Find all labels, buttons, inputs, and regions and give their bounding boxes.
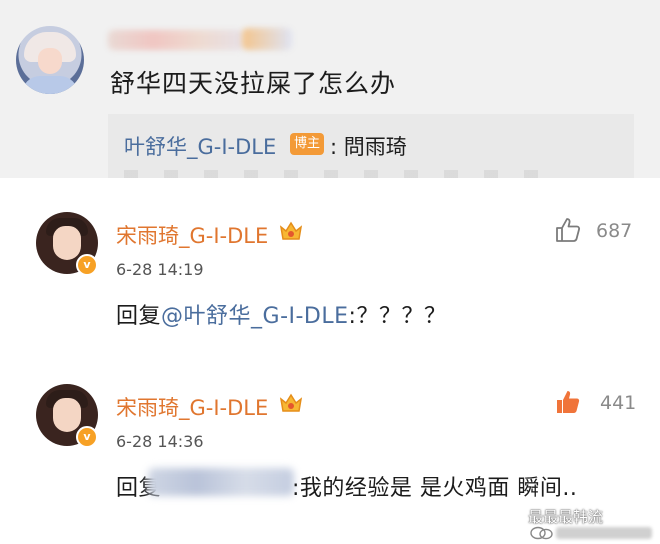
- watermark-subtext-blurred: [556, 527, 652, 539]
- quote-text: : 問雨琦: [330, 135, 407, 159]
- verified-badge-icon: v: [76, 254, 98, 276]
- wechat-icon: [530, 526, 553, 540]
- quote-author-link[interactable]: 叶舒华_G-I-DLE: [124, 131, 276, 161]
- thumb-up-icon[interactable]: [554, 388, 582, 416]
- post-text: 舒华四天没拉屎了怎么办: [110, 69, 397, 98]
- verified-badge-icon: v: [76, 426, 98, 448]
- commenter-username[interactable]: 宋雨琦_G-I-DLE: [116, 392, 268, 422]
- reply-text: :？？？？: [348, 304, 447, 329]
- reply-prefix: 回复: [116, 304, 162, 329]
- poster-name-blurred: [108, 30, 244, 50]
- reply-text: :我的经验是 是火鸡面 瞬间..: [292, 476, 578, 501]
- like-count: 687: [596, 220, 633, 242]
- mention-blurred: [148, 468, 294, 496]
- quote-truncated-line: [124, 170, 544, 178]
- crown-badge-icon: [279, 393, 303, 412]
- poster-badge-blurred: [242, 28, 292, 50]
- mention-link[interactable]: @叶舒华_G-I-DLE: [161, 304, 349, 329]
- crown-badge-icon: [279, 221, 303, 240]
- thumb-up-icon[interactable]: [554, 216, 582, 244]
- commenter-username[interactable]: 宋雨琦_G-I-DLE: [116, 220, 268, 250]
- comment-timestamp: 6-28 14:19: [116, 260, 204, 279]
- like-count: 441: [600, 392, 637, 414]
- comment-timestamp: 6-28 14:36: [116, 432, 204, 451]
- poster-avatar[interactable]: [16, 26, 84, 94]
- watermark-text: 最最最韩流: [528, 508, 604, 526]
- comment-text: 回复@叶舒华_G-I-DLE:？？？？: [116, 298, 446, 330]
- blogger-badge: 博主: [290, 133, 324, 155]
